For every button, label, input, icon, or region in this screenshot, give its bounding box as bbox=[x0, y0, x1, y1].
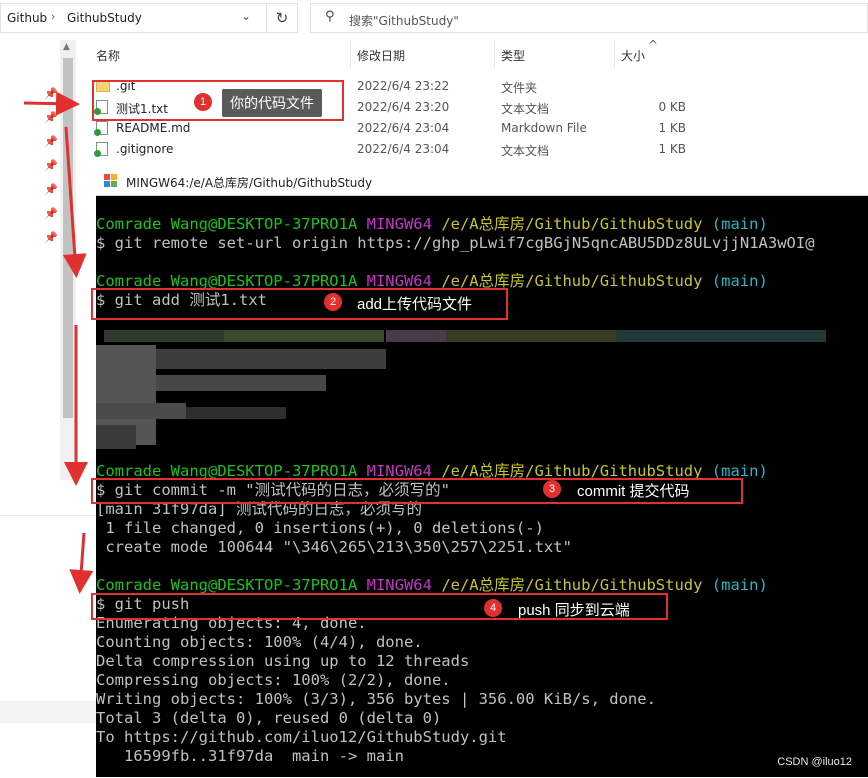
arrow-to-push bbox=[69, 532, 94, 594]
arrow-to-file bbox=[23, 91, 80, 116]
watermark: CSDN @iluo12 bbox=[777, 756, 852, 768]
annotation-arrows bbox=[23, 91, 94, 594]
arrow-to-add bbox=[62, 126, 87, 278]
